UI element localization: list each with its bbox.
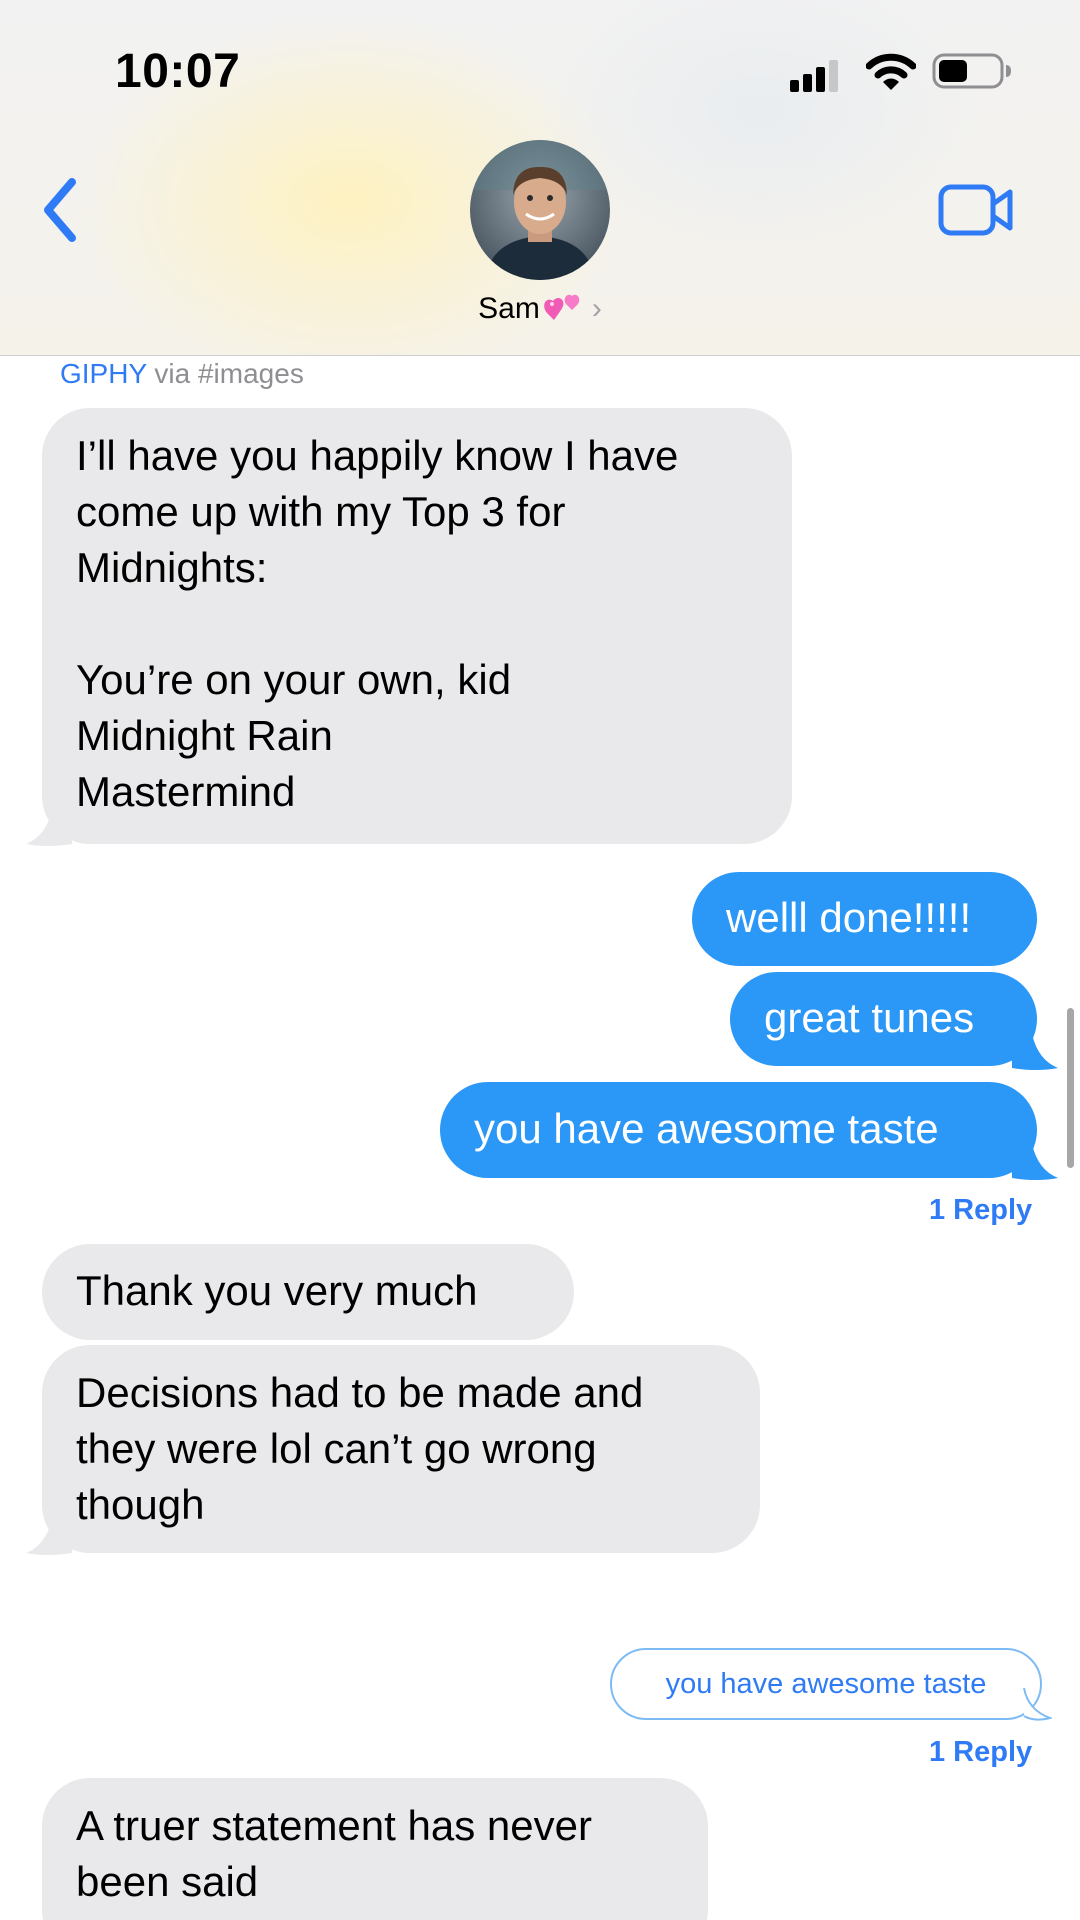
contact-avatar[interactable] [470,140,610,280]
battery-icon [932,53,1011,89]
message-bubble-incoming[interactable]: Thank you very much [42,1244,574,1340]
bubble-tail [1023,1687,1052,1721]
quoted-message-bubble[interactable]: you have awesome taste [610,1648,1042,1720]
bubble-tail [26,810,72,846]
bubble-tail [1012,1144,1058,1180]
giphy-brand-link[interactable]: GIPHY [60,358,147,389]
message-bubble-outgoing[interactable]: you have awesome taste [440,1082,1037,1178]
video-call-icon[interactable] [938,184,1014,236]
contact-name-row[interactable]: Sam › [0,292,1080,326]
chevron-right-icon: › [591,292,602,325]
wifi-icon [866,53,916,90]
contact-name: Sam [478,292,540,325]
conversation-header: 10:07 Sam › [0,0,1080,356]
giphy-attribution[interactable]: GIPHY via #images [60,358,304,390]
reply-count-link[interactable]: 1 Reply [929,1736,1032,1769]
cellular-signal-icon [790,60,838,92]
two-hearts-emoji-icon [544,294,580,320]
message-bubble-outgoing[interactable]: great tunes [730,972,1037,1066]
status-time: 10:07 [115,45,241,98]
bubble-tail [26,1519,72,1555]
message-bubble-incoming[interactable]: Decisions had to be made and they were l… [42,1345,760,1553]
back-chevron-icon[interactable] [40,176,80,244]
message-bubble-incoming[interactable]: A truer statement has never been said [42,1778,708,1920]
scrollbar[interactable] [1067,1008,1074,1168]
message-bubble-outgoing[interactable]: welll done!!!!! [692,872,1037,966]
bubble-tail [1012,1034,1058,1070]
giphy-via-text: via #images [154,358,304,389]
reply-count-link[interactable]: 1 Reply [929,1194,1032,1227]
message-bubble-incoming[interactable]: I’ll have you happily know I have come u… [42,408,792,844]
